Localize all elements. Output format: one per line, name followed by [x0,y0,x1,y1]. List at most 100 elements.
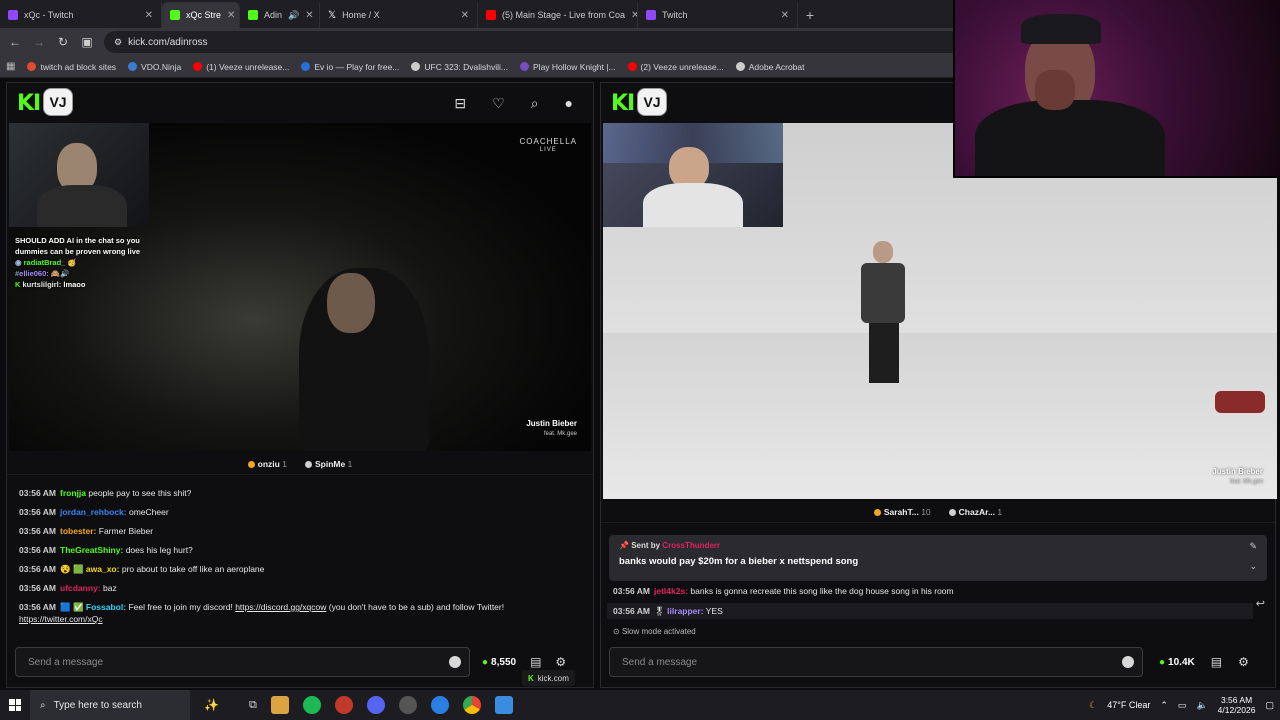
ccleaner-icon[interactable] [430,696,449,714]
chat-user[interactable]: ufcdanny: [60,583,101,593]
close-icon[interactable]: ✕ [145,10,153,21]
browser-tab[interactable]: (5) Main Stage - Live from Coa ✕ [478,2,638,28]
network-icon[interactable]: ▭ [1178,700,1187,711]
spotify-icon[interactable] [302,696,321,714]
chat-user[interactable]: jordan_rehbock: [60,507,127,517]
url-field[interactable]: ⚙ kick.com/adinross [104,31,1044,53]
back-icon[interactable]: ← [8,35,22,49]
close-icon[interactable]: ✕ [781,10,789,21]
bookmark[interactable]: VDO.Ninja [128,62,181,72]
streamer-webcam [603,123,783,227]
chat-user[interactable]: TheGreatShiny: [60,545,123,555]
volume-icon[interactable]: 🔈 [1196,700,1207,711]
discord-icon[interactable] [366,696,385,714]
viewer-entry[interactable]: SpinMe 1 [304,459,352,469]
store-icon[interactable]: ▤ [530,655,541,669]
overlay-chat: SHOULD ADD AI in the chat so you dummies… [15,235,155,290]
speaker-icon[interactable]: 🔊 [288,10,299,21]
sidebar-icon[interactable]: ▣ [80,35,94,49]
bookmark[interactable]: twitch ad block sites [27,62,116,72]
scroll-to-bottom-icon[interactable]: ↩ [1256,597,1265,610]
obs-icon[interactable] [398,696,417,714]
browse-icon[interactable]: ⊟ [454,95,466,112]
app-icon[interactable] [494,696,513,714]
chevron-down-icon[interactable]: ⌄ [1249,561,1257,572]
bookmark[interactable]: (2) Veeze unrelease... [627,62,724,72]
bookmark[interactable]: Adobe Acrobat [735,62,804,72]
task-view-icon[interactable]: ⧉ [249,699,257,712]
stream-video[interactable]: SHOULD ADD AI in the chat so you dummies… [9,123,591,451]
site-info-icon[interactable]: ⚙ [114,37,122,48]
gear-icon[interactable]: ⚙ [555,655,566,669]
close-icon[interactable]: ✕ [461,10,469,21]
browser-tab[interactable]: Twitch ✕ [638,2,798,28]
search-icon[interactable]: ⌕ [531,95,539,112]
system-tray: ☾ 47°F Clear ⌃ ▭ 🔈 3:56 AM 4/12/2026 ▢ [1089,695,1280,715]
bookmark[interactable]: Ev io — Play for free... [301,62,399,72]
header-icons: ⊟ ♡ ⌕ ● [454,95,583,112]
unpin-icon[interactable]: ✎ [1249,541,1257,552]
youtube-icon [486,10,496,20]
viewer-entry[interactable]: onziu 1 [247,459,287,469]
reload-icon[interactable]: ↻ [56,35,70,49]
performer-head [873,241,893,263]
sparkle-icon[interactable]: ✨ [204,698,219,712]
pinned-user[interactable]: CrossThunderr [662,541,720,550]
new-tab-button[interactable]: + [798,2,822,28]
weather-text[interactable]: 47°F Clear [1107,700,1150,710]
chat-user[interactable]: lilrapper: [667,606,703,616]
vj-badge: VJ [43,88,73,116]
timestamp: 03:56 AM [19,545,57,555]
notification-icon[interactable]: ▢ [1265,700,1274,711]
viewer-count: ● 10.4K [1159,657,1195,668]
chat-user[interactable]: Fossabol: [86,602,126,612]
overlay-chat-line: ◉ radiatBrad_ 🥳 [15,257,155,268]
chrome-icon[interactable] [462,696,481,714]
gear-icon[interactable]: ⚙ [1238,655,1249,669]
forward-icon[interactable]: → [32,35,46,49]
chat-user[interactable]: tobester: [60,526,96,536]
chat-input-placeholder: Send a message [622,656,698,668]
timestamp: 03:56 AM [19,583,57,593]
chat-user[interactable]: jetl4k2s: [654,586,688,596]
chat-user[interactable]: fronjja [60,488,86,498]
apps-icon[interactable]: ▦ [6,61,15,72]
heart-icon[interactable]: ♡ [492,95,505,112]
close-icon[interactable]: ✕ [631,10,637,21]
browser-tab[interactable]: 𝕏 Home / X ✕ [320,2,478,28]
kick-logo[interactable]: KI [17,91,41,116]
chat-input[interactable]: Send a message [15,647,470,677]
app-icon[interactable] [334,696,353,714]
browser-tab[interactable]: Adin 🔊 ✕ [240,2,320,28]
stream-video[interactable]: Justin Bieber feat. Mk.gee [603,123,1277,499]
kick-logo[interactable]: KI [611,91,635,116]
kick-extension-chip[interactable]: K kick.com [522,670,575,686]
close-icon[interactable]: ✕ [227,10,235,21]
bookmark[interactable]: (1) Veeze unrelease... [193,62,289,72]
close-icon[interactable]: ✕ [305,10,313,21]
clock[interactable]: 3:56 AM 4/12/2026 [1218,695,1256,715]
chevron-up-icon[interactable]: ⌃ [1160,700,1168,711]
avatar-icon[interactable]: ● [565,95,573,112]
emoji-icon[interactable] [449,656,461,668]
viewers-icon: ● [482,656,489,668]
bookmark[interactable]: Play Hollow Knight |... [520,62,616,72]
bookmark[interactable]: UFC 323: Dvalishvili... [411,62,508,72]
chat-input[interactable]: Send a message [609,647,1143,677]
file-explorer-icon[interactable] [270,696,289,714]
pinned-message[interactable]: 📌 Sent by CrossThunderr banks would pay … [609,535,1267,581]
taskbar-search[interactable]: ⌕ Type here to search [30,690,190,720]
globe-icon [411,62,421,71]
bookmark-label: Ev io — Play for free... [314,61,400,72]
store-icon[interactable]: ▤ [1211,655,1222,669]
start-button[interactable] [0,690,30,720]
browser-tab[interactable]: xQc Stre ✕ [162,2,240,28]
chat-user[interactable]: awa_xo: [86,564,120,574]
browser-tab[interactable]: xQc - Twitch ✕ [0,2,162,28]
chat-link[interactable]: https://discord.gg/xqcow [235,602,326,612]
viewer-entry[interactable]: SarahT... 10 [873,507,931,517]
emoji-icon[interactable] [1122,656,1134,668]
chat-link[interactable]: https://twitter.com/xQc [19,614,103,624]
chat-text: banks is gonna recreate this song like t… [690,586,954,596]
viewer-entry[interactable]: ChazAr... 1 [948,507,1002,517]
